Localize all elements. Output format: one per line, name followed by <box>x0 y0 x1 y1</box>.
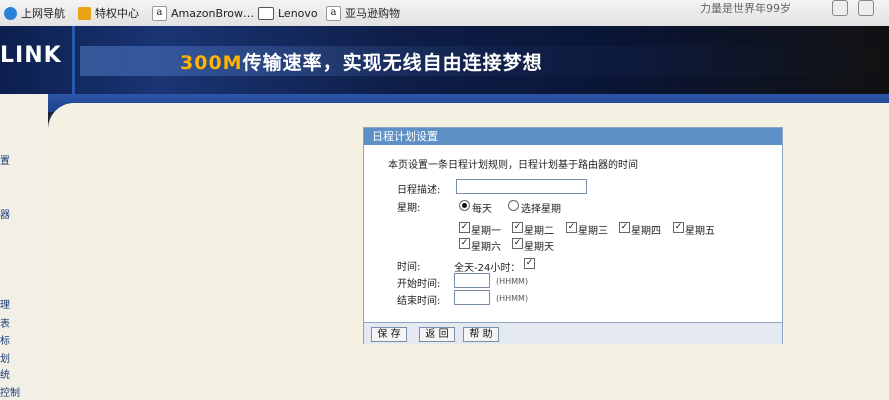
day-label: 星期三 <box>578 226 608 237</box>
week-label: 星期: <box>397 203 421 214</box>
nav-item[interactable]: 理 <box>0 296 10 311</box>
maximize-button[interactable] <box>858 0 874 16</box>
bookmark-label: 特权中心 <box>95 7 139 20</box>
nav-item[interactable]: 器 <box>0 206 10 221</box>
bookmark-label: 亚马逊购物 <box>345 7 400 20</box>
amazon-icon: a <box>326 5 341 21</box>
help-button[interactable]: 帮 助 <box>463 327 499 342</box>
schedule-desc-label: 日程描述: <box>397 185 441 196</box>
globe-icon <box>4 6 17 20</box>
day-label: 星期五 <box>685 226 715 237</box>
left-nav: 置 器 理 表 标 划 统 控制 <box>0 94 48 400</box>
day-checkbox-sun[interactable]: ✓ <box>512 238 523 249</box>
time-label: 时间: <box>397 262 421 273</box>
nav-item[interactable]: 控制 <box>0 384 20 399</box>
router-banner: LINK 300M传输速率，实现无线自由连接梦想 <box>0 26 889 94</box>
allday-checkbox[interactable]: ✓ <box>524 258 535 269</box>
select-days-label: 选择星期 <box>521 204 561 215</box>
bookmark-label: 上网导航 <box>21 7 65 20</box>
nav-item[interactable]: 表 <box>0 315 10 330</box>
end-time-input[interactable] <box>454 290 490 305</box>
minimize-button[interactable] <box>832 0 848 16</box>
form-title: 日程计划设置 <box>364 128 782 145</box>
bookmark-navigation[interactable]: 上网导航 <box>4 5 65 21</box>
end-time-label: 结束时间: <box>397 296 441 307</box>
bookmark-label: AmazonBrow… <box>171 6 255 20</box>
folder-icon <box>258 6 274 20</box>
slogan-text: 传输速率，实现无线自由连接梦想 <box>242 52 543 74</box>
every-day-label: 每天 <box>472 204 492 215</box>
bookmark-lenovo[interactable]: Lenovo <box>258 5 318 21</box>
start-time-input[interactable] <box>454 273 490 288</box>
day-label: 星期四 <box>631 226 661 237</box>
slogan-speed: 300M <box>180 52 243 74</box>
day-checkbox-fri[interactable]: ✓ <box>673 222 684 233</box>
schedule-desc-input[interactable] <box>456 179 587 194</box>
form-footer: 保 存 返 回 帮 助 <box>364 322 782 344</box>
day-checkbox-mon[interactable]: ✓ <box>459 222 470 233</box>
allday-label: 全天-24小时： <box>454 263 521 274</box>
amazon-icon: a <box>152 5 167 21</box>
day-checkbox-thu[interactable]: ✓ <box>619 222 630 233</box>
day-label: 星期一 <box>471 226 501 237</box>
day-label: 星期六 <box>471 242 501 253</box>
back-button[interactable]: 返 回 <box>419 327 455 342</box>
bookmark-amazon-shopping[interactable]: a 亚马逊购物 <box>326 5 400 21</box>
day-label: 星期二 <box>524 226 554 237</box>
start-time-label: 开始时间: <box>397 279 441 290</box>
start-time-hint: (HHMM) <box>496 277 529 286</box>
banner-slogan: 300M传输速率，实现无线自由连接梦想 <box>180 48 543 75</box>
bookmark-amazon-browse[interactable]: a AmazonBrow… <box>152 5 254 21</box>
day-checkbox-sat[interactable]: ✓ <box>459 238 470 249</box>
day-checkbox-wed[interactable]: ✓ <box>566 222 577 233</box>
nav-item[interactable]: 置 <box>0 152 10 167</box>
nav-item[interactable]: 统 <box>0 366 10 381</box>
brand-divider <box>72 26 75 94</box>
save-button[interactable]: 保 存 <box>371 327 407 342</box>
news-ticker[interactable]: 力量是世界年99岁 <box>700 0 791 16</box>
nav-item[interactable]: 划 <box>0 350 10 365</box>
bookmark-label: Lenovo <box>278 6 318 20</box>
day-label: 星期天 <box>524 242 554 253</box>
nav-item[interactable]: 标 <box>0 332 10 347</box>
end-time-hint: (HHMM) <box>496 294 529 303</box>
select-days-radio[interactable] <box>508 200 519 211</box>
form-description: 本页设置一条日程计划规则，日程计划基于路由器的时间 <box>388 160 638 171</box>
schedule-form: 日程计划设置 本页设置一条日程计划规则，日程计划基于路由器的时间 日程描述: 星… <box>363 127 783 344</box>
bookmark-privilege[interactable]: 特权中心 <box>78 5 139 21</box>
bookmarks-bar: 上网导航 特权中心 a AmazonBrow… Lenovo a 亚马逊购物 力… <box>0 0 889 27</box>
day-checkbox-tue[interactable]: ✓ <box>512 222 523 233</box>
every-day-radio[interactable] <box>459 200 470 211</box>
brand-logo: LINK <box>0 43 62 68</box>
star-icon <box>78 6 91 20</box>
